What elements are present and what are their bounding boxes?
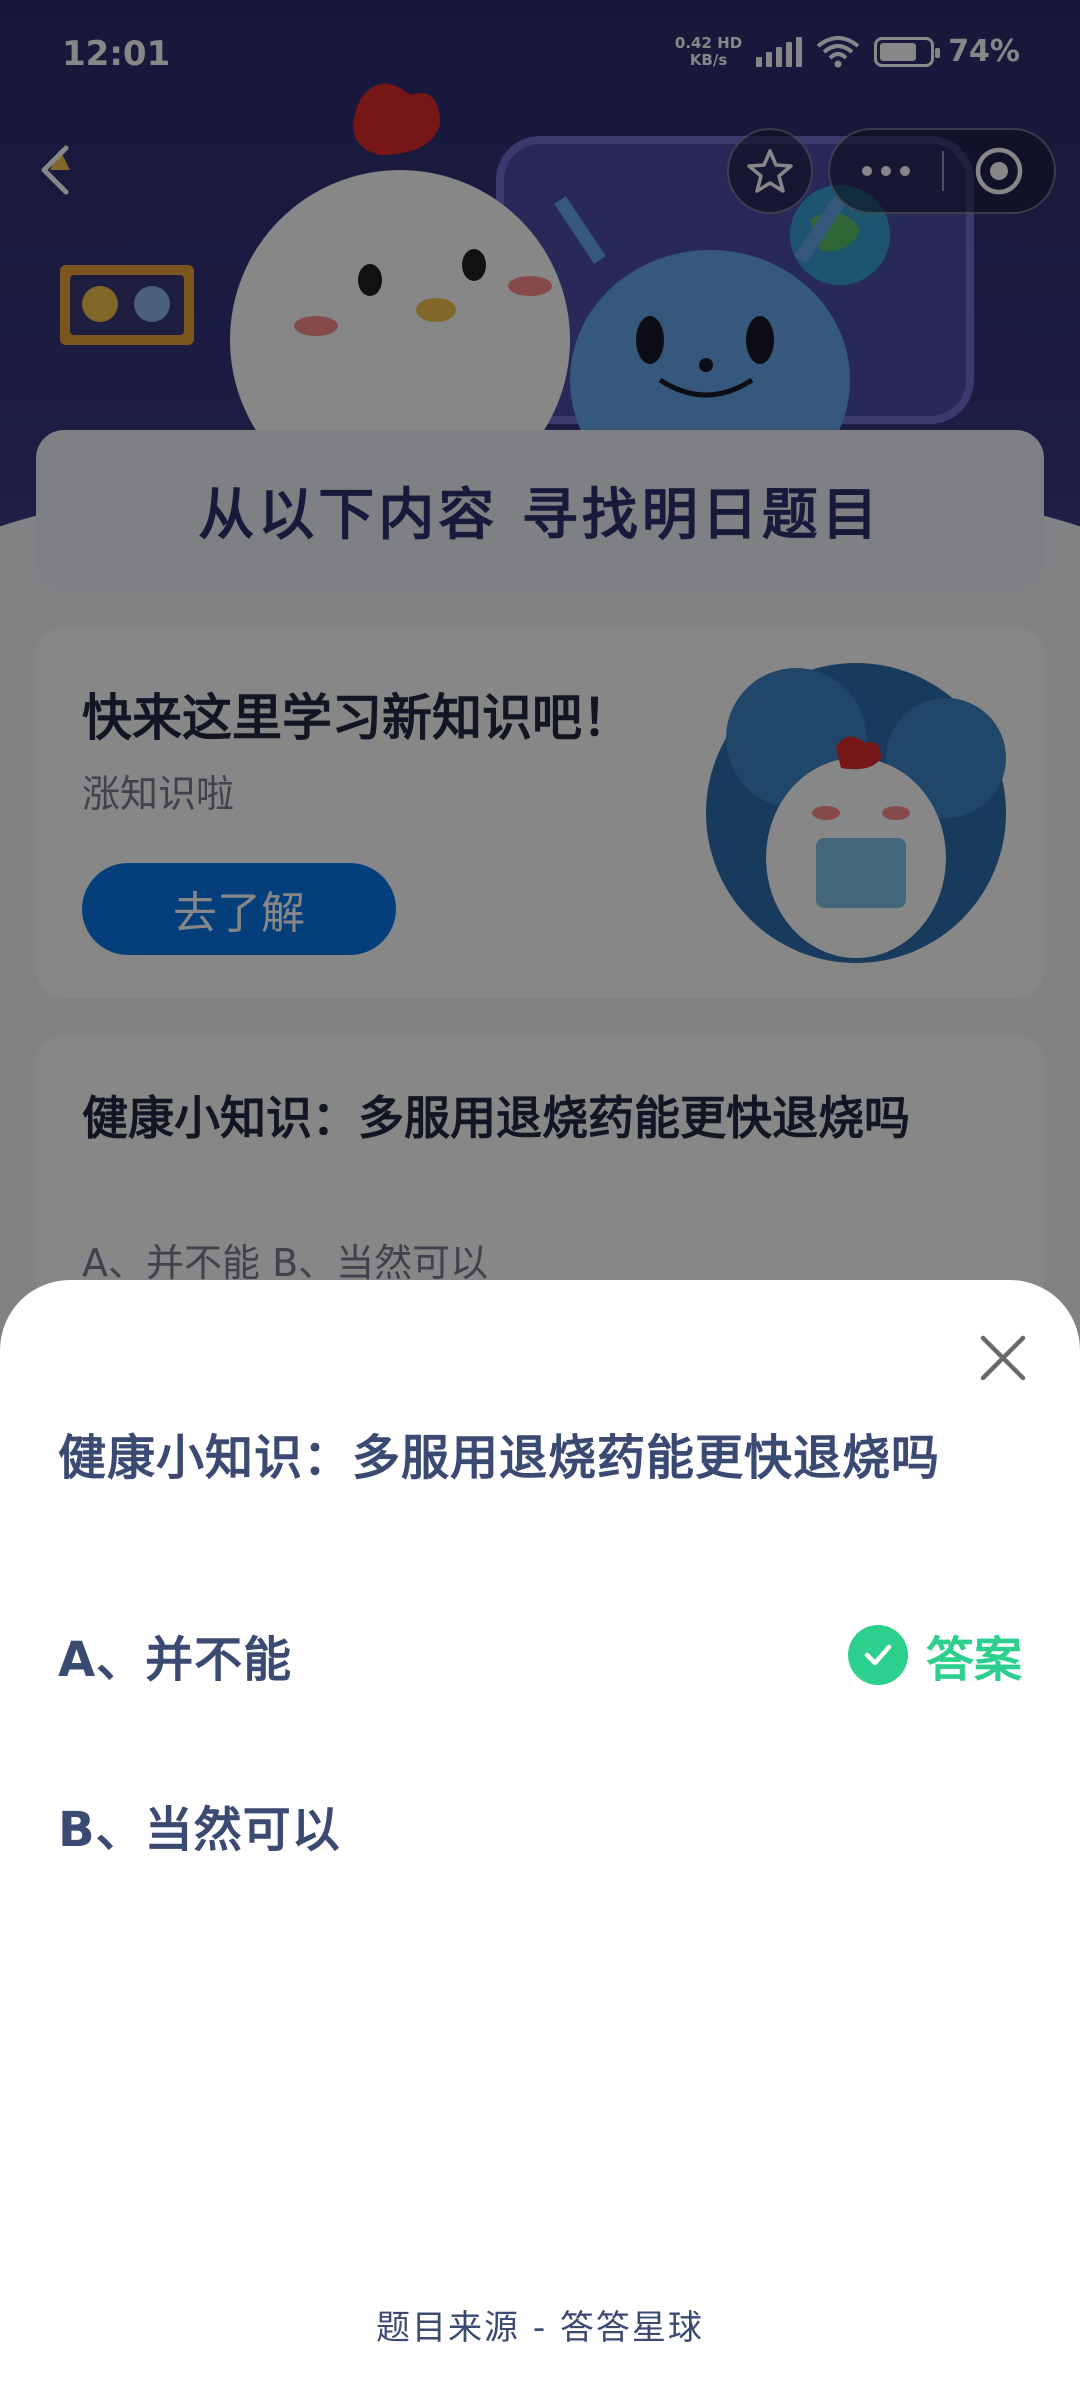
correct-answer-badge: 答案 bbox=[847, 1620, 1022, 1690]
answer-label: 答案 bbox=[925, 1632, 1022, 1688]
option-b[interactable]: B、当然可以 bbox=[58, 1785, 1022, 1865]
answer-bottom-sheet: 健康小知识：多服用退烧药能更快退烧吗 A、并不能 答案 B、当然可以 题目来源 … bbox=[0, 1280, 1080, 2400]
option-a[interactable]: A、并不能 答案 bbox=[58, 1615, 1022, 1695]
close-x-icon[interactable] bbox=[975, 1330, 1031, 1386]
check-circle-icon bbox=[847, 1625, 908, 1685]
question-source: 题目来源 - 答答星球 bbox=[376, 2308, 704, 2348]
option-b-label: B、当然可以 bbox=[58, 1802, 341, 1858]
option-a-label: A、并不能 bbox=[58, 1632, 293, 1688]
sheet-question: 健康小知识：多服用退烧药能更快退烧吗 bbox=[58, 1430, 941, 1486]
